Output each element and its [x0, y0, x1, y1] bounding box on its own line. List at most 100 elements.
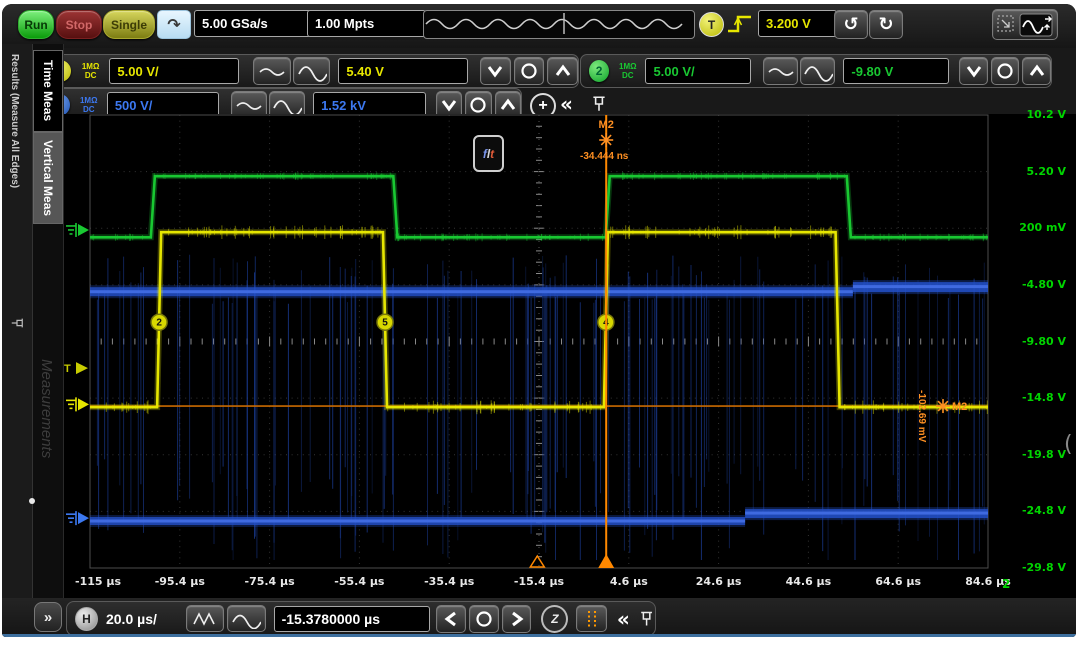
time-axis-label: 4.6 µs	[593, 575, 665, 589]
channel1-coupling[interactable]: 1MΩ DC	[75, 62, 107, 80]
filter-badge-t: t	[490, 147, 494, 161]
undo-button[interactable]: ↺	[834, 10, 868, 39]
undo-icon: ↺	[843, 14, 858, 35]
delay-value: -15.3780000 µs	[282, 611, 380, 627]
expand-panel-button[interactable]: »	[34, 602, 62, 632]
channel2-badge[interactable]: 2	[589, 60, 609, 82]
tab-time-meas[interactable]: Time Meas	[33, 50, 63, 132]
time-axis-label: -115 µs	[62, 575, 134, 589]
small-wave-icon	[235, 97, 263, 113]
channel2-scale-smaller-button[interactable]	[763, 57, 798, 85]
small-wave-icon	[767, 63, 795, 79]
time-axis-label: 64.6 µs	[862, 575, 934, 589]
chevron-down-icon	[440, 98, 458, 112]
channel2-scale-value: 5.00 V/	[653, 64, 694, 79]
trigger-level-field[interactable]: 3.200 V	[758, 10, 837, 37]
redo-button[interactable]: ↻	[869, 10, 903, 39]
single-button[interactable]: Single	[103, 10, 155, 39]
trigger-source-button[interactable]: T	[699, 12, 724, 37]
chevron-up-icon	[1028, 64, 1046, 78]
waveform-rescale-button[interactable]	[992, 9, 1058, 40]
chevron-right-icon	[510, 610, 524, 628]
channel1-offset-down-button[interactable]	[480, 57, 511, 85]
small-wave-icon	[258, 63, 286, 79]
panel-drag-dot[interactable]	[29, 498, 35, 504]
markers-button[interactable]	[576, 605, 607, 632]
circle-icon	[520, 62, 538, 80]
timebase-zoom-in-button[interactable]	[186, 605, 224, 632]
coupling-label: DC	[622, 71, 634, 80]
circle-icon	[475, 610, 493, 628]
stop-button[interactable]: Stop	[56, 10, 102, 39]
delay-left-button[interactable]	[436, 605, 466, 633]
zoom-mode-button[interactable]: Z	[541, 605, 568, 633]
chevron-down-icon	[486, 64, 504, 78]
oscilloscope-app: Run Stop Single ↷ 5.00 GSa/s 1.00 Mpts T…	[0, 0, 1080, 645]
memory-depth-field: 1.00 Mpts	[307, 10, 426, 37]
voltage-axis-label: 10.2 V	[994, 108, 1066, 122]
horizontal-button[interactable]: H	[75, 607, 98, 631]
collapse-horizontal-bar-button[interactable]: «	[617, 607, 630, 631]
tab-vertical-meas[interactable]: Vertical Meas	[33, 132, 63, 224]
time-axis-label: -35.4 µs	[413, 575, 485, 589]
measurements-panel-collapsed: Time Meas Vertical Meas Measurements	[33, 44, 64, 637]
delay-right-button[interactable]	[502, 605, 532, 633]
bottom-divider	[2, 634, 1076, 637]
time-axis-label: -15.4 µs	[503, 575, 575, 589]
impedance-label: 1MΩ	[82, 62, 100, 71]
channel3-coupling[interactable]: 1MΩ DC	[74, 96, 104, 114]
sample-rate-value: 5.00 GSa/s	[202, 16, 268, 31]
channel1-offset-field[interactable]: 5.40 V	[338, 58, 468, 84]
channel2-offset-down-button[interactable]	[959, 57, 988, 85]
voltage-axis-label: -29.8 V	[994, 561, 1066, 575]
voltage-axis-label: -14.8 V	[994, 391, 1066, 405]
collapse-icon: «	[617, 607, 630, 631]
voltage-axis-label: 5.20 V	[994, 165, 1066, 179]
time-axis-label: -55.4 µs	[323, 575, 395, 589]
voltage-axis-label: -4.80 V	[994, 278, 1066, 292]
results-panel-collapsed[interactable]: Results (Measure All Edges)	[2, 44, 33, 637]
channel2-offset-field[interactable]: -9.80 V	[843, 58, 949, 84]
pin-icon[interactable]	[638, 610, 655, 628]
measurements-watermark: Measurements	[38, 359, 55, 458]
timebase-value: 20.0 µs/	[106, 611, 186, 627]
impedance-label: 1MΩ	[619, 62, 637, 71]
channel2-coupling[interactable]: 1MΩ DC	[613, 62, 642, 80]
trigger-edge-icon[interactable]	[725, 12, 755, 36]
coupling-label: DC	[85, 71, 97, 80]
timebase-zoom-out-button[interactable]	[227, 605, 265, 632]
channel2-scale-field[interactable]: 5.00 V/	[645, 58, 751, 84]
collapse-channel-bar-button[interactable]: «	[560, 92, 573, 116]
pin-icon[interactable]	[10, 316, 24, 330]
memory-depth-value: 1.00 Mpts	[315, 16, 374, 31]
filter-badge[interactable]: flt	[473, 135, 504, 172]
channel2-scale-larger-button[interactable]	[800, 57, 835, 85]
channel1-offset-zero-button[interactable]	[514, 57, 545, 85]
circle-icon	[469, 96, 487, 114]
channel1-scale-smaller-button[interactable]	[253, 57, 291, 85]
time-axis-label: 44.6 µs	[772, 575, 844, 589]
right-channel-indicator: 2	[1002, 577, 1010, 591]
channel1-offset-up-button[interactable]	[547, 57, 578, 85]
channel1-scale-value: 5.00 V/	[117, 64, 158, 79]
channel2-offset-zero-button[interactable]	[991, 57, 1020, 85]
channel1-scale-field[interactable]: 5.00 V/	[109, 58, 239, 84]
horizontal-controls: H 20.0 µs/ -15.3780000 µs Z «	[66, 601, 656, 636]
time-axis-label: 84.6 µs	[952, 575, 1024, 589]
time-axis-label: -75.4 µs	[234, 575, 306, 589]
channel1-scale-larger-button[interactable]	[293, 57, 331, 85]
time-axis-label: 24.6 µs	[683, 575, 755, 589]
results-panel-label: Results (Measure All Edges)	[9, 54, 20, 188]
coupling-label: DC	[83, 105, 95, 114]
acquisition-preview[interactable]	[423, 10, 695, 39]
channel2-offset-up-button[interactable]	[1022, 57, 1051, 85]
run-button[interactable]: Run	[18, 10, 54, 39]
delay-field[interactable]: -15.3780000 µs	[274, 606, 431, 632]
right-panel-handle[interactable]: (	[1064, 432, 1073, 457]
delay-zero-button[interactable]	[469, 605, 499, 633]
acquisition-mode-button[interactable]: ↷	[157, 10, 191, 39]
pin-icon[interactable]	[590, 95, 608, 113]
plus-icon: +	[538, 97, 547, 115]
waveform-display-area[interactable]	[64, 114, 1010, 579]
chevron-up-icon	[554, 64, 572, 78]
